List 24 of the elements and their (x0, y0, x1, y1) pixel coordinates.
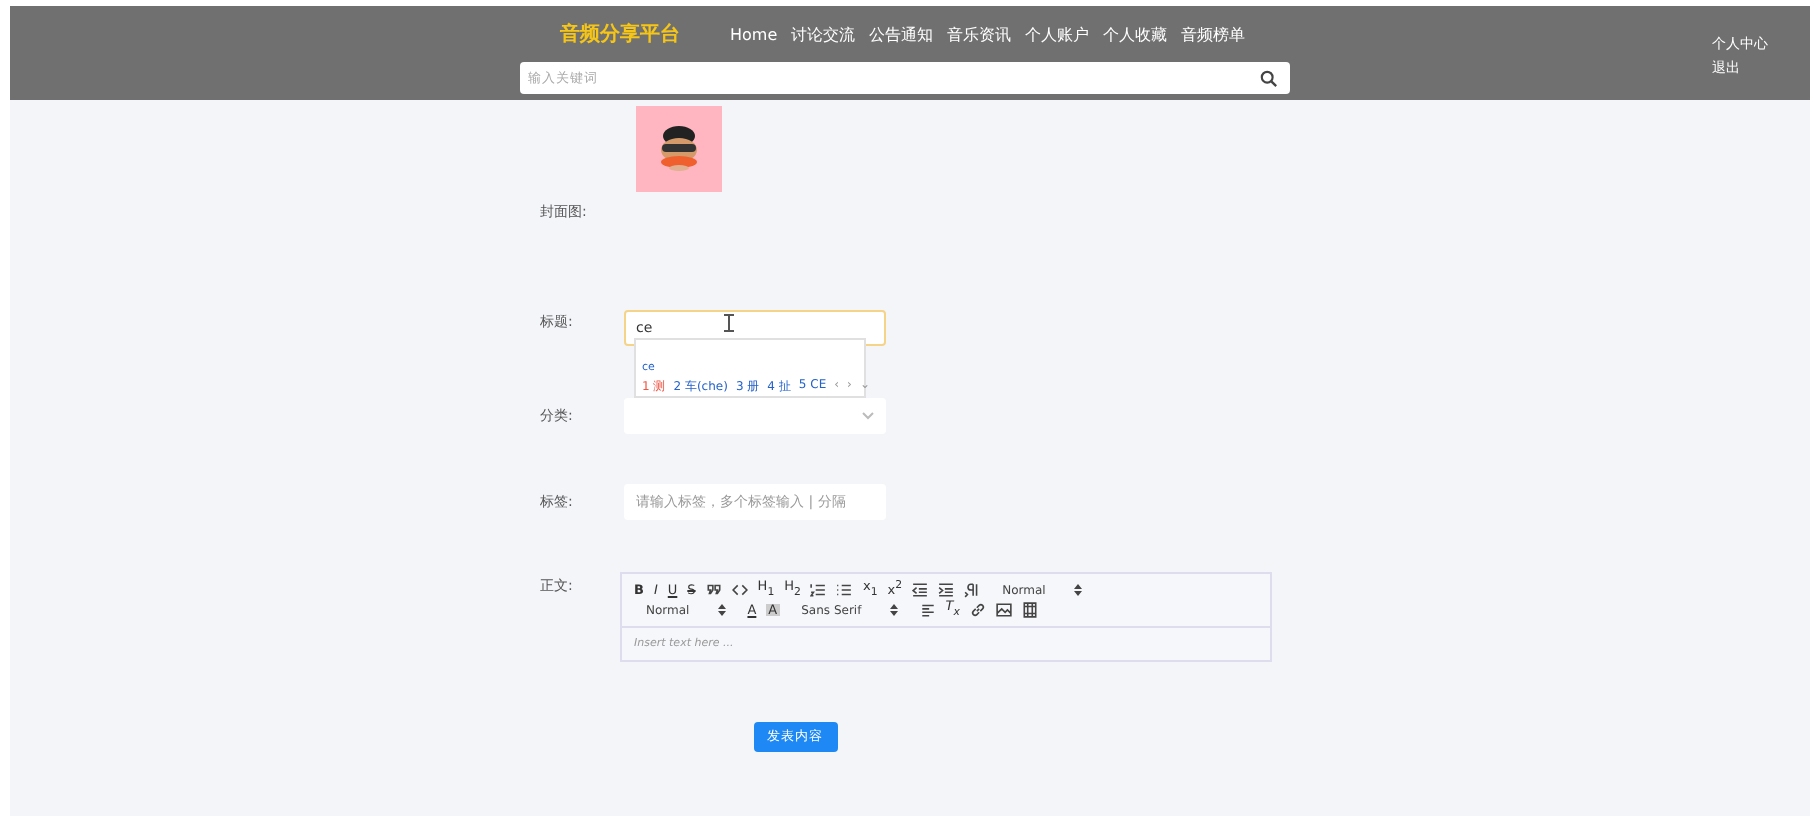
up-down-caret-icon (889, 604, 898, 616)
up-down-caret-icon (1073, 584, 1082, 596)
nav-link[interactable]: 音频榜单 (1181, 23, 1246, 45)
indent-icon[interactable] (938, 582, 955, 598)
nav-link[interactable]: 个人账户 (1025, 23, 1090, 45)
search-icon[interactable] (1260, 70, 1278, 88)
nav-link[interactable]: 音乐资讯 (947, 23, 1012, 45)
text-cursor-icon (724, 314, 734, 332)
up-down-caret-icon (717, 604, 726, 616)
video-icon[interactable] (1021, 602, 1038, 618)
outdent-icon[interactable] (912, 582, 929, 598)
ordered-list-icon[interactable] (810, 582, 827, 598)
paragraph-direction-icon[interactable] (964, 582, 981, 598)
nav-link[interactable]: 个人收藏 (1103, 23, 1168, 45)
nav-link[interactable]: Home (730, 25, 778, 43)
chevron-down-icon (862, 412, 874, 420)
nav-link[interactable]: 讨论交流 (791, 23, 856, 45)
nav-link[interactable]: 公告通知 (869, 23, 934, 45)
link-icon[interactable] (969, 602, 986, 618)
align-icon[interactable] (919, 602, 936, 618)
bullet-list-icon[interactable] (836, 582, 853, 598)
quote-icon[interactable] (705, 582, 722, 598)
code-icon[interactable] (731, 582, 748, 598)
image-icon[interactable] (995, 602, 1012, 618)
